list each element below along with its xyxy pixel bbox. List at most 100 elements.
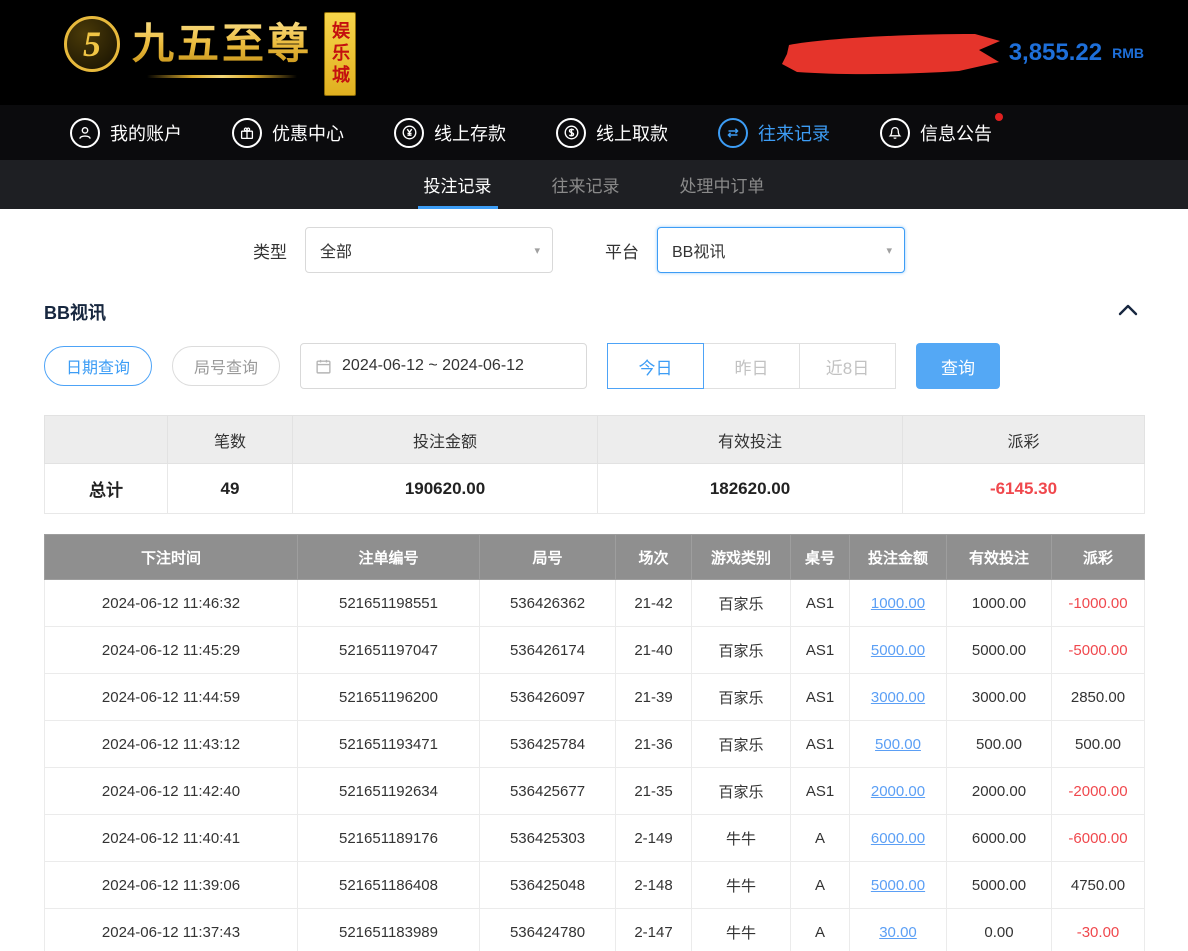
summary-header-valid-bet: 有效投注 [598, 416, 903, 464]
cell-valid-bet: 500.00 [947, 721, 1052, 768]
nav-label: 我的账户 [110, 120, 182, 146]
cell-table-no: AS1 [791, 580, 850, 627]
bell-icon [880, 118, 910, 148]
cell-table-no: A [791, 815, 850, 862]
col-header-bet-time: 下注时间 [45, 535, 298, 580]
cell-bet-time: 2024-06-12 11:43:12 [45, 721, 298, 768]
cell-payout: -2000.00 [1052, 768, 1145, 815]
bet-amount-link[interactable]: 500.00 [875, 736, 921, 753]
nav-item-my-account[interactable]: 我的账户 [70, 118, 182, 148]
cell-table-no: AS1 [791, 627, 850, 674]
cell-bet-id: 521651193471 [298, 721, 480, 768]
cell-bet-time: 2024-06-12 11:42:40 [45, 768, 298, 815]
gift-icon [232, 118, 262, 148]
col-header-table-no: 桌号 [791, 535, 850, 580]
cell-bet-time: 2024-06-12 11:45:29 [45, 627, 298, 674]
bet-amount-link[interactable]: 5000.00 [871, 877, 925, 894]
cell-valid-bet: 6000.00 [947, 815, 1052, 862]
col-header-payout: 派彩 [1052, 535, 1145, 580]
cell-bet-id: 521651198551 [298, 580, 480, 627]
cell-bet-id: 521651196200 [298, 674, 480, 721]
filter-row: 类型 全部 ▾ 平台 BB视讯 ▾ [0, 209, 1188, 281]
cell-payout: -5000.00 [1052, 627, 1145, 674]
cell-valid-bet: 5000.00 [947, 862, 1052, 909]
nav-label: 线上存款 [434, 120, 506, 146]
balance-currency: RMB [1112, 45, 1144, 61]
bet-records-table: 下注时间 注单编号 局号 场次 游戏类别 桌号 投注金额 有效投注 派彩 202… [44, 534, 1145, 951]
cell-game-type: 百家乐 [692, 721, 791, 768]
chevron-down-icon: ▾ [886, 244, 892, 257]
cell-bet-id: 521651192634 [298, 768, 480, 815]
col-header-game-type: 游戏类别 [692, 535, 791, 580]
cell-payout: 500.00 [1052, 721, 1145, 768]
tab-processing-orders[interactable]: 处理中订单 [674, 160, 771, 209]
summary-valid-bet: 182620.00 [598, 464, 903, 514]
balance-area: 3,855.22 RMB [779, 30, 1144, 76]
nav-label: 优惠中心 [272, 120, 344, 146]
cell-bet-id: 521651186408 [298, 862, 480, 909]
nav-item-transaction-records[interactable]: 往来记录 [718, 118, 830, 148]
cell-session: 2-149 [616, 815, 692, 862]
tab-transaction-records[interactable]: 往来记录 [546, 160, 626, 209]
round-query-button[interactable]: 局号查询 [172, 346, 280, 386]
summary-table: 笔数 投注金额 有效投注 派彩 总计 49 190620.00 182620.0… [44, 415, 1145, 514]
yesterday-button[interactable]: 昨日 [703, 343, 800, 389]
summary-header-bet-amount: 投注金额 [293, 416, 598, 464]
cell-payout: -6000.00 [1052, 815, 1145, 862]
cell-bet-id: 521651189176 [298, 815, 480, 862]
cell-round-id: 536425048 [480, 862, 616, 909]
platform-select-value: BB视讯 [672, 238, 725, 262]
bet-amount-link[interactable]: 30.00 [879, 924, 917, 941]
logo[interactable]: 5 九五至尊 娱乐城 [64, 10, 396, 96]
nav-item-announcements[interactable]: 信息公告 [880, 118, 992, 148]
cell-session: 21-40 [616, 627, 692, 674]
cell-valid-bet: 5000.00 [947, 627, 1052, 674]
type-select[interactable]: 全部 ▾ [305, 227, 553, 273]
collapse-chevron-up-icon[interactable] [1114, 299, 1142, 325]
cell-round-id: 536426097 [480, 674, 616, 721]
nav-item-promotions[interactable]: 优惠中心 [232, 118, 344, 148]
nav-item-withdraw[interactable]: 线上取款 [556, 118, 668, 148]
cell-round-id: 536425303 [480, 815, 616, 862]
cell-session: 21-42 [616, 580, 692, 627]
cell-session: 21-35 [616, 768, 692, 815]
cell-payout: -1000.00 [1052, 580, 1145, 627]
date-query-button[interactable]: 日期查询 [44, 346, 152, 386]
logo-coin-icon: 5 [64, 16, 120, 72]
bet-amount-link[interactable]: 2000.00 [871, 783, 925, 800]
col-header-bet-id: 注单编号 [298, 535, 480, 580]
query-toolbar: 日期查询 局号查询 2024-06-12 ~ 2024-06-12 今日 昨日 … [0, 331, 1188, 389]
last-8-days-button[interactable]: 近8日 [799, 343, 896, 389]
col-header-bet-amount: 投注金额 [850, 535, 947, 580]
bet-table-header-row: 下注时间 注单编号 局号 场次 游戏类别 桌号 投注金额 有效投注 派彩 [45, 535, 1145, 580]
cell-bet-amount: 30.00 [850, 909, 947, 951]
today-button[interactable]: 今日 [607, 343, 704, 389]
brand-name: 九五至尊 [132, 10, 312, 71]
table-row: 2024-06-12 11:44:59521651196200536426097… [45, 674, 1145, 721]
cell-payout: 2850.00 [1052, 674, 1145, 721]
table-row: 2024-06-12 11:39:06521651186408536425048… [45, 862, 1145, 909]
nav-label: 线上取款 [596, 120, 668, 146]
summary-count: 49 [168, 464, 293, 514]
tab-betting-records[interactable]: 投注记录 [418, 160, 498, 209]
platform-select[interactable]: BB视讯 ▾ [657, 227, 905, 273]
brand-flourish [147, 75, 297, 78]
cell-valid-bet: 0.00 [947, 909, 1052, 951]
date-range-input[interactable]: 2024-06-12 ~ 2024-06-12 [300, 343, 587, 389]
cell-game-type: 百家乐 [692, 627, 791, 674]
bet-amount-link[interactable]: 3000.00 [871, 689, 925, 706]
bet-amount-link[interactable]: 5000.00 [871, 642, 925, 659]
cell-game-type: 牛牛 [692, 909, 791, 951]
main-nav: 我的账户 优惠中心 线上存款 线上取款 往来记录 信息公告 [0, 105, 1188, 160]
bet-amount-link[interactable]: 1000.00 [871, 595, 925, 612]
nav-label: 往来记录 [758, 120, 830, 146]
col-header-round-id: 局号 [480, 535, 616, 580]
type-label: 类型 [253, 238, 287, 263]
table-row: 2024-06-12 11:40:41521651189176536425303… [45, 815, 1145, 862]
cell-session: 2-148 [616, 862, 692, 909]
bet-amount-link[interactable]: 6000.00 [871, 830, 925, 847]
search-button[interactable]: 查询 [916, 343, 1000, 389]
cell-game-type: 牛牛 [692, 862, 791, 909]
cell-round-id: 536424780 [480, 909, 616, 951]
nav-item-deposit[interactable]: 线上存款 [394, 118, 506, 148]
